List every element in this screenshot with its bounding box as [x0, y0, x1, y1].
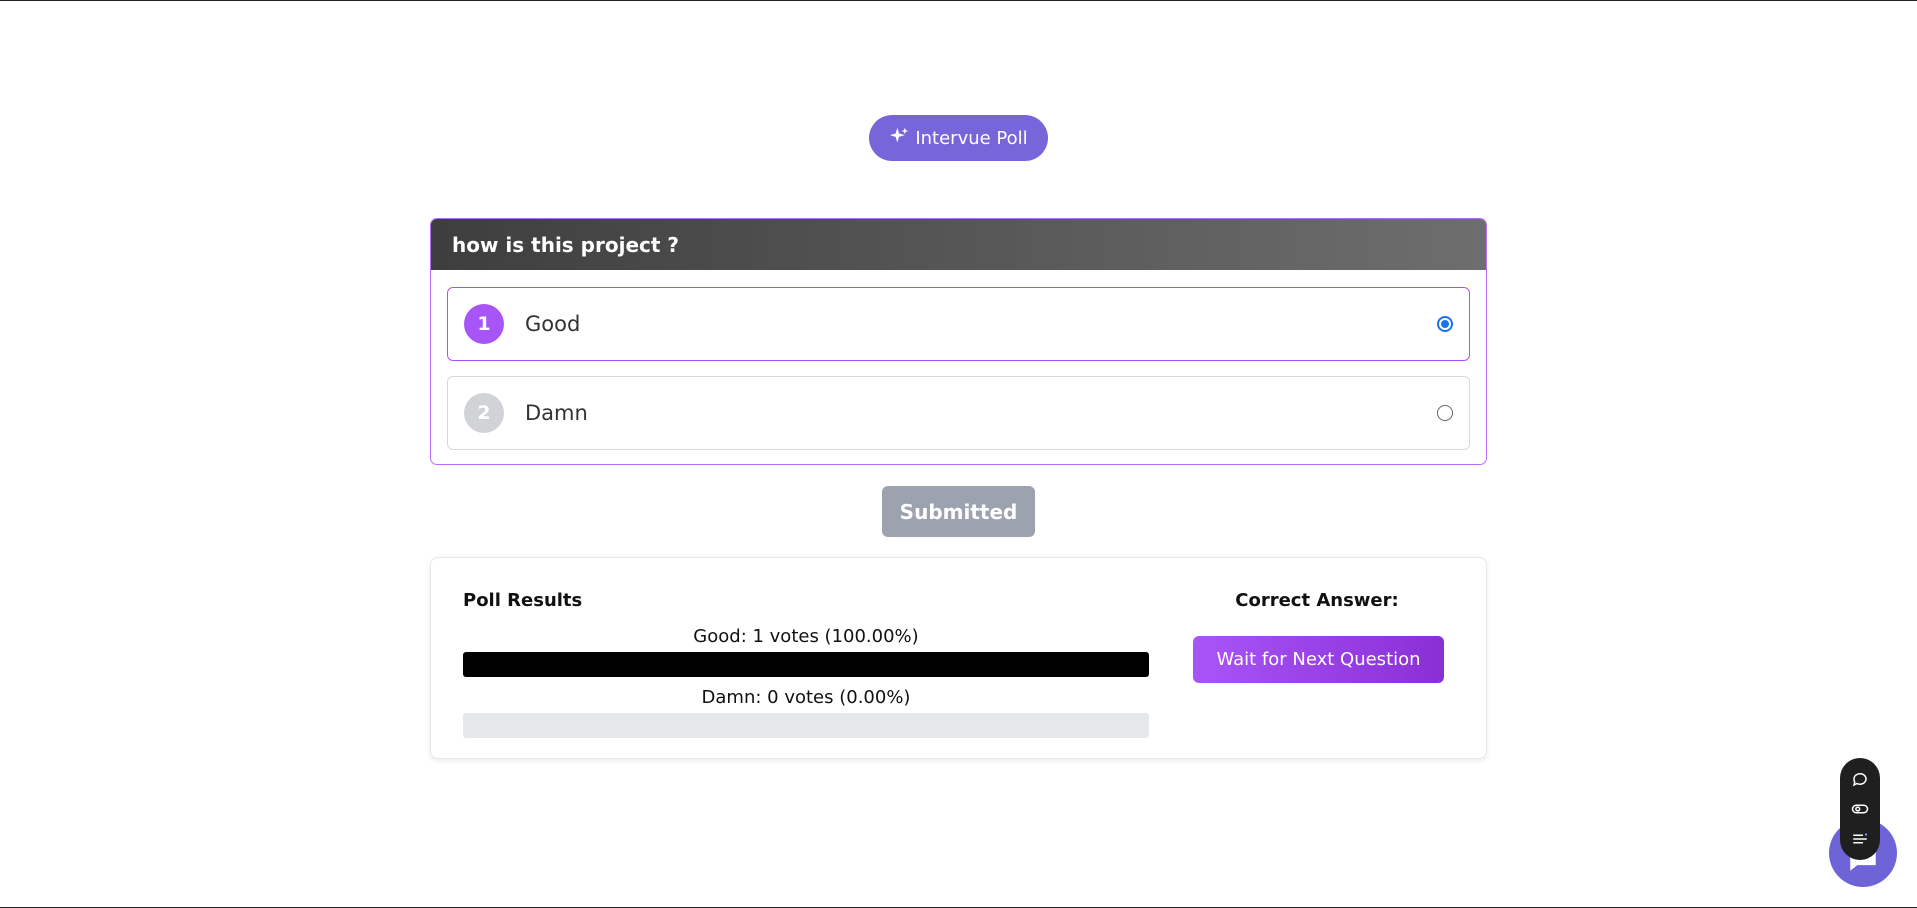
poll-results-card: Poll Results Good: 1 votes (100.00%) Dam…: [430, 557, 1487, 759]
brand-badge: Intervue Poll: [869, 115, 1048, 161]
option-radio[interactable]: [1437, 316, 1453, 332]
result-label-damn: Damn: 0 votes (0.00%): [701, 687, 911, 708]
list-icon[interactable]: [1851, 830, 1869, 848]
option-good[interactable]: 1 Good: [447, 287, 1470, 361]
wait-next-question-button[interactable]: Wait for Next Question: [1193, 636, 1444, 683]
submitted-button[interactable]: Submitted: [882, 486, 1035, 537]
option-damn[interactable]: 2 Damn: [447, 376, 1470, 450]
question-text: how is this project ?: [452, 232, 679, 257]
option-label: Good: [525, 312, 581, 336]
result-label-good: Good: 1 votes (100.00%): [693, 626, 919, 647]
option-number: 1: [464, 304, 504, 344]
option-radio[interactable]: [1437, 405, 1453, 421]
result-bar-damn: [463, 713, 1149, 738]
result-bar-fill: [463, 652, 1149, 677]
chat-bubble-icon[interactable]: [1851, 770, 1869, 788]
result-bar-good: [463, 652, 1149, 677]
option-number: 2: [464, 393, 504, 433]
sparkle-icon: [889, 126, 909, 151]
floating-toolbar: [1840, 758, 1880, 860]
brand-label: Intervue Poll: [915, 127, 1028, 149]
correct-answer-title: Correct Answer:: [1235, 590, 1399, 611]
poll-results-title: Poll Results: [463, 590, 583, 611]
option-label: Damn: [525, 401, 588, 425]
toggle-icon[interactable]: [1851, 800, 1869, 818]
question-card: how is this project ? 1 Good 2 Damn: [430, 218, 1487, 465]
question-header: how is this project ?: [431, 219, 1486, 270]
